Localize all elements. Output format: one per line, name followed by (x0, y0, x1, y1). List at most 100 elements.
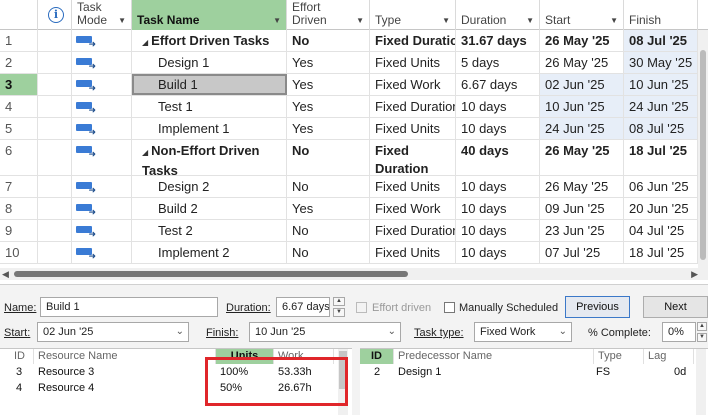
finish-cell[interactable]: 04 Jul '25 (624, 220, 698, 241)
effort-driven-cell[interactable]: No (287, 176, 370, 197)
horizontal-scrollbar[interactable]: ◀ ▶ (0, 268, 708, 280)
type-cell[interactable]: Fixed Work (370, 198, 456, 219)
task-mode-cell[interactable]: ➜ (72, 118, 132, 139)
task-name-cell[interactable]: Implement 2 (132, 242, 287, 263)
next-button[interactable]: Next (643, 296, 708, 318)
manually-scheduled-checkbox[interactable] (444, 302, 455, 313)
start-cell[interactable]: 26 May '25 (540, 176, 624, 197)
task-name-cell[interactable]: Test 1 (132, 96, 287, 117)
finish-cell[interactable]: 30 May '25 (624, 52, 698, 73)
task-name-header[interactable]: Task Name ▼ (132, 0, 287, 30)
duration-cell[interactable]: 6.67 days (456, 74, 540, 95)
task-name-cell[interactable]: Design 2 (132, 176, 287, 197)
task-name-cell[interactable]: Test 2 (132, 220, 287, 241)
scroll-thumb[interactable] (700, 50, 706, 260)
percent-complete-spinner[interactable]: ▲ ▼ (697, 322, 707, 342)
task-row[interactable]: 7 ➜ Design 2 No Fixed Units 10 days 26 May '25… (0, 176, 698, 198)
type-cell[interactable]: Fixed Units (370, 242, 456, 263)
task-mode-cell[interactable]: ➜ (72, 198, 132, 219)
duration-cell[interactable]: 5 days (456, 52, 540, 73)
chevron-down-icon[interactable]: ▼ (610, 16, 618, 25)
task-name-cell[interactable]: Design 1 (132, 52, 287, 73)
duration-cell[interactable]: 10 days (456, 220, 540, 241)
type-cell[interactable]: Fixed Work (370, 74, 456, 95)
task-row[interactable]: 6 ➜ ◢ Non-Effort Driven Tasks No Fixed Durati… (0, 140, 698, 176)
row-id[interactable]: 4 (0, 96, 38, 117)
indicator-cell[interactable] (38, 198, 72, 219)
start-cell[interactable]: 26 May '25 (540, 30, 624, 51)
effort-driven-cell[interactable]: Yes (287, 74, 370, 95)
task-mode-header[interactable]: Task Mode ▼ (72, 0, 132, 30)
task-row[interactable]: 4 ➜ Test 1 Yes Fixed Duration 10 days 10 Jun '… (0, 96, 698, 118)
indicator-cell[interactable] (38, 96, 72, 117)
finish-cell[interactable]: 08 Jul '25 (624, 118, 698, 139)
predecessor-row[interactable]: 2 Design 1 FS 0d (360, 365, 694, 380)
duration-cell[interactable]: 10 days (456, 176, 540, 197)
spin-up-icon[interactable]: ▲ (333, 297, 345, 306)
task-row[interactable]: 9 ➜ Test 2 No Fixed Duration 10 days 23 Jun '2… (0, 220, 698, 242)
finish-header[interactable]: Finish (624, 0, 698, 30)
row-id[interactable]: 3 (0, 74, 38, 95)
effort-driven-cell[interactable]: No (287, 30, 370, 51)
task-type-select[interactable]: Fixed Work ⌄ (474, 322, 572, 342)
finish-cell[interactable]: 18 Jul '25 (624, 140, 698, 175)
finish-cell[interactable]: 18 Jul '25 (624, 242, 698, 263)
task-row[interactable]: 5 ➜ Implement 1 Yes Fixed Units 10 days 24 Jun… (0, 118, 698, 140)
chevron-down-icon[interactable]: ⌄ (559, 323, 567, 341)
scroll-right-icon[interactable]: ▶ (691, 268, 698, 280)
row-id[interactable]: 6 (0, 140, 38, 175)
effort-driven-checkbox[interactable] (356, 302, 367, 313)
finish-date-field[interactable]: 10 Jun '25 ⌄ (249, 322, 401, 342)
previous-button[interactable]: Previous (565, 296, 630, 318)
chevron-down-icon[interactable]: ▼ (273, 16, 281, 25)
duration-header[interactable]: Duration ▼ (456, 0, 540, 30)
scroll-thumb[interactable] (697, 351, 705, 361)
effort-driven-cell[interactable]: Yes (287, 198, 370, 219)
start-cell[interactable]: 07 Jul '25 (540, 242, 624, 263)
task-name-cell[interactable]: Build 1 (132, 74, 287, 95)
indicator-cell[interactable] (38, 74, 72, 95)
indicators-header[interactable]: i (38, 0, 72, 30)
effort-driven-cell[interactable]: No (287, 140, 370, 175)
indicator-cell[interactable] (38, 140, 72, 175)
task-mode-cell[interactable]: ➜ (72, 52, 132, 73)
duration-cell[interactable]: 10 days (456, 118, 540, 139)
type-cell[interactable]: Fixed Units (370, 176, 456, 197)
row-number-header[interactable] (0, 0, 38, 30)
start-cell[interactable]: 23 Jun '25 (540, 220, 624, 241)
chevron-down-icon[interactable]: ▼ (442, 16, 450, 25)
duration-cell[interactable]: 31.67 days (456, 30, 540, 51)
name-field[interactable]: Build 1 (40, 297, 218, 317)
start-cell[interactable]: 24 Jun '25 (540, 118, 624, 139)
task-row[interactable]: 8 ➜ Build 2 Yes Fixed Work 10 days 09 Jun '25 2… (0, 198, 698, 220)
effort-driven-cell[interactable]: Yes (287, 96, 370, 117)
spin-down-icon[interactable]: ▼ (697, 333, 707, 342)
task-mode-cell[interactable]: ➜ (72, 176, 132, 197)
indicator-cell[interactable] (38, 176, 72, 197)
start-cell[interactable]: 02 Jun '25 (540, 74, 624, 95)
type-cell[interactable]: Fixed Duration (370, 220, 456, 241)
task-row[interactable]: 2 ➜ Design 1 Yes Fixed Units 5 days 26 May '25… (0, 52, 698, 74)
finish-cell[interactable]: 20 Jun '25 (624, 198, 698, 219)
row-id[interactable]: 1 (0, 30, 38, 51)
effort-driven-cell[interactable]: Yes (287, 118, 370, 139)
row-id[interactable]: 7 (0, 176, 38, 197)
row-id[interactable]: 5 (0, 118, 38, 139)
start-date-field[interactable]: 02 Jun '25 ⌄ (37, 322, 189, 342)
collapse-triangle-icon[interactable]: ◢ (142, 148, 148, 157)
type-header[interactable]: Type ▼ (370, 0, 456, 30)
task-mode-cell[interactable]: ➜ (72, 96, 132, 117)
chevron-down-icon[interactable]: ▼ (526, 16, 534, 25)
task-mode-cell[interactable]: ➜ (72, 140, 132, 175)
row-id[interactable]: 8 (0, 198, 38, 219)
task-mode-cell[interactable]: ➜ (72, 220, 132, 241)
chevron-down-icon[interactable]: ▼ (356, 16, 364, 25)
duration-field[interactable]: 6.67 days (276, 297, 330, 317)
percent-complete-field[interactable]: 0% (662, 322, 696, 342)
collapse-triangle-icon[interactable]: ◢ (142, 38, 148, 47)
finish-cell[interactable]: 08 Jul '25 (624, 30, 698, 51)
task-row[interactable]: 3 ➜ Build 1 Yes Fixed Work 6.67 days 02 Jun '2… (0, 74, 698, 96)
finish-cell[interactable]: 06 Jun '25 (624, 176, 698, 197)
scroll-left-icon[interactable]: ◀ (2, 268, 9, 280)
indicator-cell[interactable] (38, 220, 72, 241)
